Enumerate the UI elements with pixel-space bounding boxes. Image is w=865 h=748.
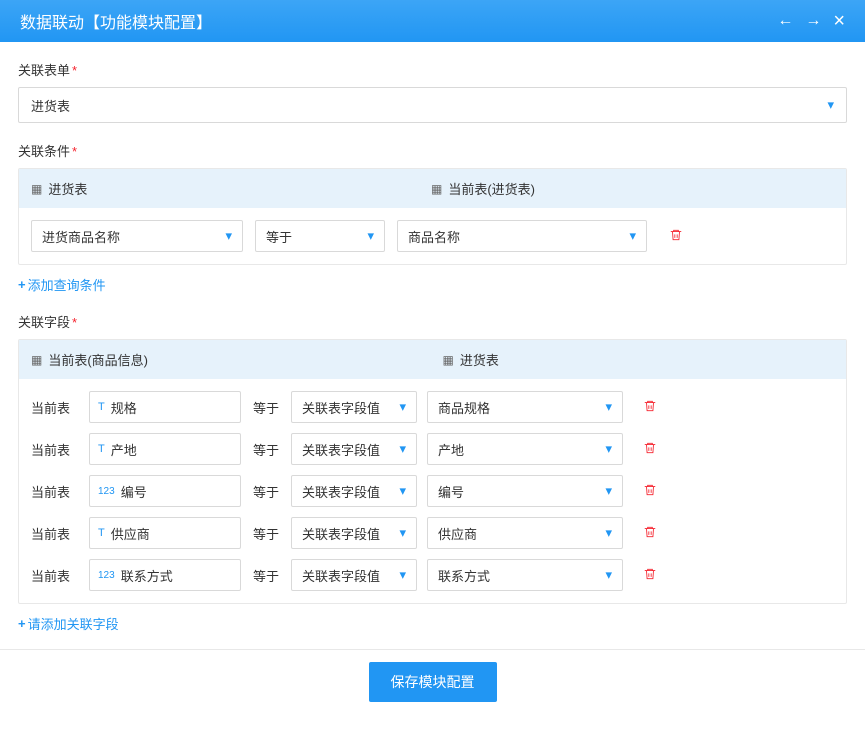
chevron-down-icon: ▾ <box>605 441 612 457</box>
dialog-title: 数据联动【功能模块配置】 <box>20 9 212 33</box>
table-icon: ▦ <box>443 353 454 367</box>
field-row: 当前表 123 编号 等于 关联表字段值 ▾ 编号 ▾ <box>31 475 834 507</box>
field-row: 当前表 T 产地 等于 关联表字段值 ▾ 产地 ▾ <box>31 433 834 465</box>
chevron-down-icon: ▾ <box>605 525 612 541</box>
plus-icon: + <box>18 277 26 292</box>
target-field-select[interactable]: 编号 ▾ <box>427 475 623 507</box>
add-condition-link[interactable]: + 添加查询条件 <box>18 275 106 294</box>
field-name: 编号 <box>121 482 147 501</box>
field-row: 当前表 123 联系方式 等于 关联表字段值 ▾ 联系方式 ▾ <box>31 559 834 591</box>
header-actions: ← → × <box>777 10 845 33</box>
delete-field-button[interactable] <box>641 525 659 542</box>
chevron-down-icon: ▾ <box>605 567 612 583</box>
field-name: 联系方式 <box>121 566 173 585</box>
next-icon[interactable]: → <box>805 12 821 30</box>
label-conditions: 关联条件* <box>18 141 847 160</box>
target-field-select[interactable]: 商品规格 ▾ <box>427 391 623 423</box>
eq-label: 等于 <box>251 482 281 501</box>
field-prefix: 当前表 <box>31 566 79 585</box>
chevron-down-icon: ▾ <box>399 525 406 541</box>
field-row: 当前表 T 规格 等于 关联表字段值 ▾ 商品规格 ▾ <box>31 391 834 423</box>
chevron-down-icon: ▾ <box>605 483 612 499</box>
delete-field-button[interactable] <box>641 483 659 500</box>
source-type-select[interactable]: 关联表字段值 ▾ <box>291 475 417 507</box>
close-icon[interactable]: × <box>833 10 845 33</box>
related-form-select[interactable]: 进货表 ▾ <box>18 87 847 123</box>
related-form-value: 进货表 <box>31 96 70 115</box>
table-icon: ▦ <box>431 182 442 196</box>
field-name: 规格 <box>111 398 137 417</box>
table-icon: ▦ <box>31 353 42 367</box>
conditions-body: 进货商品名称 ▾ 等于 ▾ 商品名称 ▾ <box>19 208 846 264</box>
conditions-panel: ▦ 进货表 ▦ 当前表(进货表) 进货商品名称 ▾ 等于 ▾ 商品名称 <box>18 168 847 265</box>
eq-label: 等于 <box>251 440 281 459</box>
source-type-select[interactable]: 关联表字段值 ▾ <box>291 559 417 591</box>
dialog-footer: 保存模块配置 <box>0 649 865 714</box>
chevron-down-icon: ▾ <box>399 483 406 499</box>
current-field-box[interactable]: T 规格 <box>89 391 241 423</box>
current-field-box[interactable]: 123 编号 <box>89 475 241 507</box>
table-icon: ▦ <box>31 182 42 196</box>
label-fields: 关联字段* <box>18 312 847 331</box>
chevron-down-icon: ▾ <box>367 228 374 244</box>
fields-left-table: ▦ 当前表(商品信息) <box>31 350 423 369</box>
delete-field-button[interactable] <box>641 441 659 458</box>
field-name: 产地 <box>111 440 137 459</box>
current-field-box[interactable]: 123 联系方式 <box>89 559 241 591</box>
dialog-header: 数据联动【功能模块配置】 ← → × <box>0 0 865 42</box>
label-related-form: 关联表单* <box>18 60 847 79</box>
fields-body: 当前表 T 规格 等于 关联表字段值 ▾ 商品规格 ▾ 当前表 T 产地 等于 … <box>19 379 846 603</box>
source-type-select[interactable]: 关联表字段值 ▾ <box>291 433 417 465</box>
eq-label: 等于 <box>251 524 281 543</box>
add-field-link[interactable]: + 请添加关联字段 <box>18 614 119 633</box>
chevron-down-icon: ▾ <box>399 567 406 583</box>
source-type-select[interactable]: 关联表字段值 ▾ <box>291 391 417 423</box>
plus-icon: + <box>18 616 26 631</box>
current-field-box[interactable]: T 产地 <box>89 433 241 465</box>
conditions-header: ▦ 进货表 ▦ 当前表(进货表) <box>19 169 846 208</box>
chevron-down-icon: ▾ <box>399 399 406 415</box>
cond-right-table: ▦ 当前表(进货表) <box>419 179 834 198</box>
delete-field-button[interactable] <box>641 399 659 416</box>
prev-icon[interactable]: ← <box>777 12 793 30</box>
text-type-icon: T <box>98 401 105 413</box>
current-field-box[interactable]: T 供应商 <box>89 517 241 549</box>
text-type-icon: T <box>98 443 105 455</box>
delete-field-button[interactable] <box>641 567 659 584</box>
field-row: 当前表 T 供应商 等于 关联表字段值 ▾ 供应商 ▾ <box>31 517 834 549</box>
cond-left-field-select[interactable]: 进货商品名称 ▾ <box>31 220 243 252</box>
target-field-select[interactable]: 供应商 ▾ <box>427 517 623 549</box>
field-prefix: 当前表 <box>31 398 79 417</box>
fields-header: ▦ 当前表(商品信息) ▦ 进货表 <box>19 340 846 379</box>
target-field-select[interactable]: 产地 ▾ <box>427 433 623 465</box>
cond-operator-select[interactable]: 等于 ▾ <box>255 220 385 252</box>
source-type-select[interactable]: 关联表字段值 ▾ <box>291 517 417 549</box>
eq-label: 等于 <box>251 566 281 585</box>
cond-left-table: ▦ 进货表 <box>31 179 411 198</box>
field-name: 供应商 <box>111 524 150 543</box>
chevron-down-icon: ▾ <box>605 399 612 415</box>
cond-right-field-select[interactable]: 商品名称 ▾ <box>397 220 647 252</box>
chevron-down-icon: ▾ <box>827 97 834 113</box>
number-type-icon: 123 <box>98 486 115 497</box>
text-type-icon: T <box>98 527 105 539</box>
chevron-down-icon: ▾ <box>399 441 406 457</box>
fields-right-table: ▦ 进货表 <box>431 350 835 369</box>
target-field-select[interactable]: 联系方式 ▾ <box>427 559 623 591</box>
field-prefix: 当前表 <box>31 524 79 543</box>
delete-condition-button[interactable] <box>667 228 685 245</box>
field-prefix: 当前表 <box>31 482 79 501</box>
dialog-content: 关联表单* 进货表 ▾ 关联条件* ▦ 进货表 ▦ 当前表(进货表) 进货商品名… <box>0 42 865 748</box>
chevron-down-icon: ▾ <box>225 228 232 244</box>
number-type-icon: 123 <box>98 570 115 581</box>
save-button[interactable]: 保存模块配置 <box>369 662 497 702</box>
chevron-down-icon: ▾ <box>629 228 636 244</box>
field-prefix: 当前表 <box>31 440 79 459</box>
fields-panel: ▦ 当前表(商品信息) ▦ 进货表 当前表 T 规格 等于 关联表字段值 ▾ 商… <box>18 339 847 604</box>
eq-label: 等于 <box>251 398 281 417</box>
condition-row: 进货商品名称 ▾ 等于 ▾ 商品名称 ▾ <box>31 220 834 252</box>
